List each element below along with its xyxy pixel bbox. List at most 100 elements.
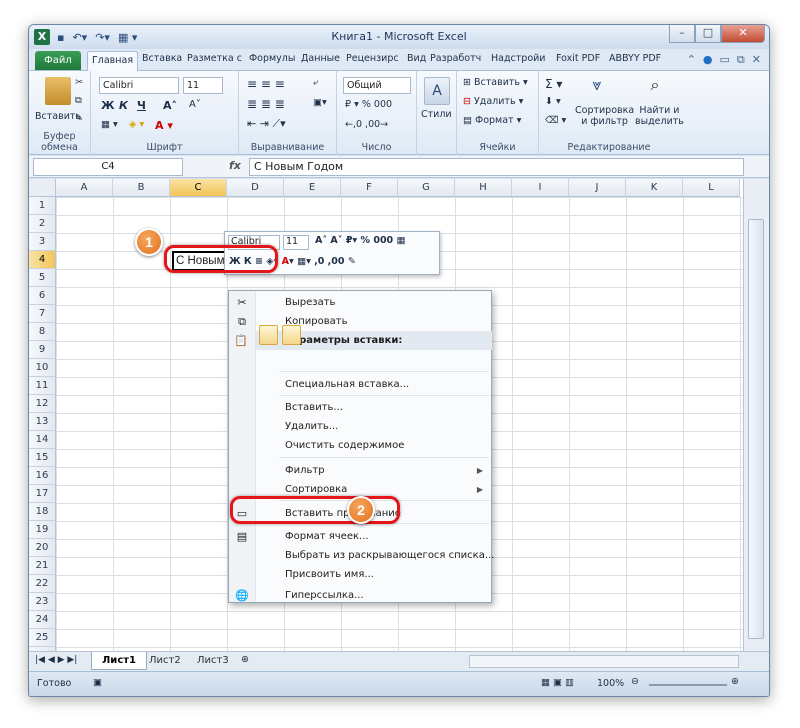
- column-header-f[interactable]: F: [341, 179, 398, 197]
- column-header-h[interactable]: H: [455, 179, 512, 197]
- wrap-text-icon[interactable]: ⤶: [313, 77, 318, 88]
- tab-formulas[interactable]: Формулы: [249, 53, 295, 64]
- name-box[interactable]: C4: [33, 158, 183, 176]
- column-header-k[interactable]: K: [626, 179, 683, 197]
- row-header-22[interactable]: 22: [29, 575, 56, 593]
- macro-record-icon[interactable]: ▣: [93, 677, 102, 688]
- sheet-tab-3[interactable]: Лист3: [187, 652, 239, 670]
- decimal-icon[interactable]: ←,0 ,00→: [345, 119, 388, 130]
- column-header-i[interactable]: I: [512, 179, 569, 197]
- menu-item-4[interactable]: Вставить...: [257, 398, 491, 417]
- close-button[interactable]: ✕: [721, 25, 765, 43]
- menu-item-11[interactable]: Выбрать из раскрывающегося списка...: [257, 546, 494, 565]
- mini-grow-font-icon[interactable]: A˄ A˅ ₽▾ % 000 ▦: [315, 235, 405, 246]
- zoom-level[interactable]: 100%: [597, 678, 624, 689]
- ribbon-collapse-icon[interactable]: ⌃: [687, 53, 696, 67]
- mini-size-combo[interactable]: 11: [283, 235, 309, 250]
- zoom-slider[interactable]: [649, 684, 727, 686]
- column-header-l[interactable]: L: [683, 179, 740, 197]
- row-header-18[interactable]: 18: [29, 503, 56, 521]
- column-header-g[interactable]: G: [398, 179, 455, 197]
- autosum-icon[interactable]: Σ ▾: [545, 77, 562, 91]
- fill-icon[interactable]: ⬇ ▾: [545, 96, 561, 107]
- tab-review[interactable]: Рецензирс: [346, 53, 399, 64]
- font-color-icon[interactable]: A ▾: [155, 119, 173, 132]
- insert-function-icon[interactable]: fx: [229, 159, 241, 172]
- row-header-25[interactable]: 25: [29, 629, 56, 647]
- delete-cells-button[interactable]: ⊟ Удалить ▾: [463, 96, 523, 107]
- bold-icon[interactable]: Ж: [101, 99, 114, 112]
- paste-icon[interactable]: [45, 77, 71, 105]
- new-sheet-icon[interactable]: ⊕: [241, 654, 249, 665]
- row-header-14[interactable]: 14: [29, 431, 56, 449]
- row-header-23[interactable]: 23: [29, 593, 56, 611]
- row-header-4[interactable]: 4: [29, 251, 56, 269]
- row-header-9[interactable]: 9: [29, 341, 56, 359]
- merge-center-icon[interactable]: ▣▾: [313, 97, 327, 108]
- maximize-button[interactable]: □: [695, 25, 721, 43]
- minimize-button[interactable]: –: [669, 25, 695, 43]
- row-header-17[interactable]: 17: [29, 485, 56, 503]
- menu-item-12[interactable]: Присвоить имя...: [257, 565, 491, 584]
- menu-item-7[interactable]: Фильтр ▶: [257, 461, 491, 480]
- menu-item-10[interactable]: Формат ячеек... ▤: [237, 527, 491, 546]
- font-name-combo[interactable]: Calibri: [99, 77, 179, 94]
- format-cells-ribbon-button[interactable]: ▤ Формат ▾: [463, 115, 521, 126]
- currency-icon[interactable]: ₽ ▾ % 000: [345, 99, 392, 110]
- zoom-out-icon[interactable]: ⊖: [631, 676, 639, 687]
- indent-icon[interactable]: ⇤ ⇥ ⟋▾: [247, 117, 286, 131]
- tab-addins[interactable]: Надстройи: [491, 53, 545, 64]
- fill-color-icon[interactable]: ◈ ▾: [129, 119, 144, 130]
- sort-filter-button[interactable]: Сортировка и фильтр: [575, 105, 634, 127]
- doc-restore-icon[interactable]: ⧉: [737, 53, 745, 67]
- zoom-in-icon[interactable]: ⊕: [731, 676, 739, 687]
- tab-view[interactable]: Вид: [407, 53, 426, 64]
- row-header-3[interactable]: 3: [29, 233, 56, 251]
- doc-minimize-icon[interactable]: ▭: [720, 53, 730, 67]
- tab-developer[interactable]: Разработч: [430, 53, 481, 64]
- sheet-nav-icons[interactable]: |◀ ◀ ▶ ▶|: [35, 655, 77, 665]
- insert-cells-button[interactable]: ⊞ Вставить ▾: [463, 77, 528, 88]
- row-header-1[interactable]: 1: [29, 197, 56, 215]
- menu-item-13[interactable]: Гиперссылка... 🌐: [235, 586, 491, 605]
- row-header-24[interactable]: 24: [29, 611, 56, 629]
- number-format-combo[interactable]: Общий: [343, 77, 411, 94]
- italic-icon[interactable]: К: [119, 99, 128, 112]
- styles-button[interactable]: Стили: [421, 109, 452, 120]
- align-center-icon[interactable]: ≣ ≣ ≣: [247, 97, 285, 111]
- doc-close-icon[interactable]: ✕: [752, 53, 761, 67]
- clear-icon[interactable]: ⌫ ▾: [545, 115, 566, 126]
- find-select-button[interactable]: Найти и выделить: [635, 105, 684, 127]
- row-header-12[interactable]: 12: [29, 395, 56, 413]
- tab-home[interactable]: Главная: [87, 51, 139, 71]
- menu-item-0[interactable]: Вырезать ✂: [237, 293, 491, 312]
- cut-icon[interactable]: ✂: [75, 77, 83, 88]
- menu-item-5[interactable]: Удалить...: [257, 417, 491, 436]
- styles-icon[interactable]: A: [424, 77, 450, 105]
- font-size-combo[interactable]: 11: [183, 77, 223, 94]
- tab-insert[interactable]: Вставка: [142, 53, 182, 64]
- borders-icon[interactable]: ▦ ▾: [101, 119, 118, 130]
- menu-item-6[interactable]: Очистить содержимое: [257, 436, 491, 455]
- tab-abbyy-pdf[interactable]: ABBYY PDF: [609, 53, 661, 64]
- help-icon[interactable]: ●: [703, 53, 713, 67]
- mini-font-color-icon[interactable]: A: [282, 256, 289, 267]
- row-header-16[interactable]: 16: [29, 467, 56, 485]
- column-header-b[interactable]: B: [113, 179, 170, 197]
- horizontal-scrollbar[interactable]: [469, 655, 739, 668]
- paste-option-keep-format[interactable]: [259, 325, 278, 345]
- column-header-a[interactable]: A: [56, 179, 113, 197]
- row-header-8[interactable]: 8: [29, 323, 56, 341]
- select-all-corner[interactable]: [29, 179, 56, 197]
- underline-icon[interactable]: Ч: [137, 99, 146, 112]
- row-header-13[interactable]: 13: [29, 413, 56, 431]
- column-header-d[interactable]: D: [227, 179, 284, 197]
- vertical-scrollbar[interactable]: [743, 179, 769, 651]
- row-header-10[interactable]: 10: [29, 359, 56, 377]
- paste-option-values[interactable]: [282, 325, 301, 345]
- tab-data[interactable]: Данные: [301, 53, 340, 64]
- row-header-2[interactable]: 2: [29, 215, 56, 233]
- row-header-11[interactable]: 11: [29, 377, 56, 395]
- tab-page-layout[interactable]: Разметка с: [187, 53, 242, 64]
- shrink-font-icon[interactable]: A˅: [189, 99, 201, 110]
